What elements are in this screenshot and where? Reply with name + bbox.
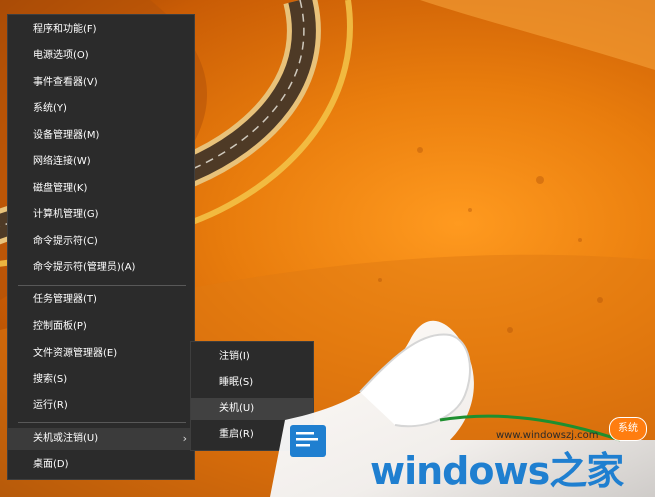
menu-item-label: 文件资源管理器(E) [33, 348, 118, 359]
menu-item-label: 运行(R) [33, 400, 68, 411]
submenu-item-sleep[interactable]: 睡眠(S) [191, 372, 313, 394]
menu-item-event-viewer[interactable]: 事件查看器(V) [8, 72, 194, 94]
menu-item-label: 桌面(D) [33, 459, 69, 470]
menu-item-label: 命令提示符(C) [33, 236, 98, 247]
menu-item-system[interactable]: 系统(Y) [8, 98, 194, 120]
menu-separator [18, 285, 186, 286]
menu-item-computer-management[interactable]: 计算机管理(G) [8, 204, 194, 226]
menu-item-label: 关机或注销(U) [33, 433, 99, 444]
menu-item-label: 电源选项(O) [33, 50, 89, 61]
menu-item-label: 睡眠(S) [219, 377, 254, 388]
menu-item-programs-features[interactable]: 程序和功能(F) [8, 19, 194, 41]
menu-item-label: 任务管理器(T) [33, 294, 97, 305]
submenu-item-restart[interactable]: 重启(R) [191, 424, 313, 446]
menu-item-label: 设备管理器(M) [33, 130, 100, 141]
menu-item-disk-management[interactable]: 磁盘管理(K) [8, 178, 194, 200]
menu-item-shutdown-signout[interactable]: 关机或注销(U) › [8, 428, 194, 450]
menu-item-label: 计算机管理(G) [33, 209, 99, 220]
menu-item-label: 命令提示符(管理员)(A) [33, 262, 136, 273]
menu-item-command-prompt-admin[interactable]: 命令提示符(管理员)(A) [8, 257, 194, 279]
menu-item-label: 搜索(S) [33, 374, 68, 385]
menu-item-control-panel[interactable]: 控制面板(P) [8, 316, 194, 338]
submenu-item-signout[interactable]: 注销(I) [191, 346, 313, 368]
shutdown-submenu: 注销(I) 睡眠(S) 关机(U) 重启(R) [190, 341, 314, 451]
menu-item-desktop[interactable]: 桌面(D) [8, 454, 194, 476]
menu-item-label: 程序和功能(F) [33, 24, 97, 35]
menu-item-label: 磁盘管理(K) [33, 183, 88, 194]
menu-item-run[interactable]: 运行(R) [8, 395, 194, 417]
menu-item-task-manager[interactable]: 任务管理器(T) [8, 289, 194, 311]
menu-separator [18, 422, 186, 423]
menu-item-device-manager[interactable]: 设备管理器(M) [8, 125, 194, 147]
menu-item-label: 事件查看器(V) [33, 77, 98, 88]
menu-item-file-explorer[interactable]: 文件资源管理器(E) [8, 343, 194, 365]
menu-item-network-connections[interactable]: 网络连接(W) [8, 151, 194, 173]
submenu-item-shutdown[interactable]: 关机(U) [191, 398, 313, 420]
menu-item-label: 注销(I) [219, 351, 250, 362]
menu-item-label: 关机(U) [219, 403, 255, 414]
menu-item-power-options[interactable]: 电源选项(O) [8, 45, 194, 67]
menu-item-command-prompt[interactable]: 命令提示符(C) [8, 231, 194, 253]
chevron-right-icon: › [182, 432, 187, 445]
menu-item-label: 网络连接(W) [33, 156, 91, 167]
winx-context-menu: 程序和功能(F) 电源选项(O) 事件查看器(V) 系统(Y) 设备管理器(M)… [7, 14, 195, 480]
menu-item-search[interactable]: 搜索(S) [8, 369, 194, 391]
menu-item-label: 系统(Y) [33, 103, 67, 114]
menu-item-label: 控制面板(P) [33, 321, 87, 332]
menu-item-label: 重启(R) [219, 429, 254, 440]
